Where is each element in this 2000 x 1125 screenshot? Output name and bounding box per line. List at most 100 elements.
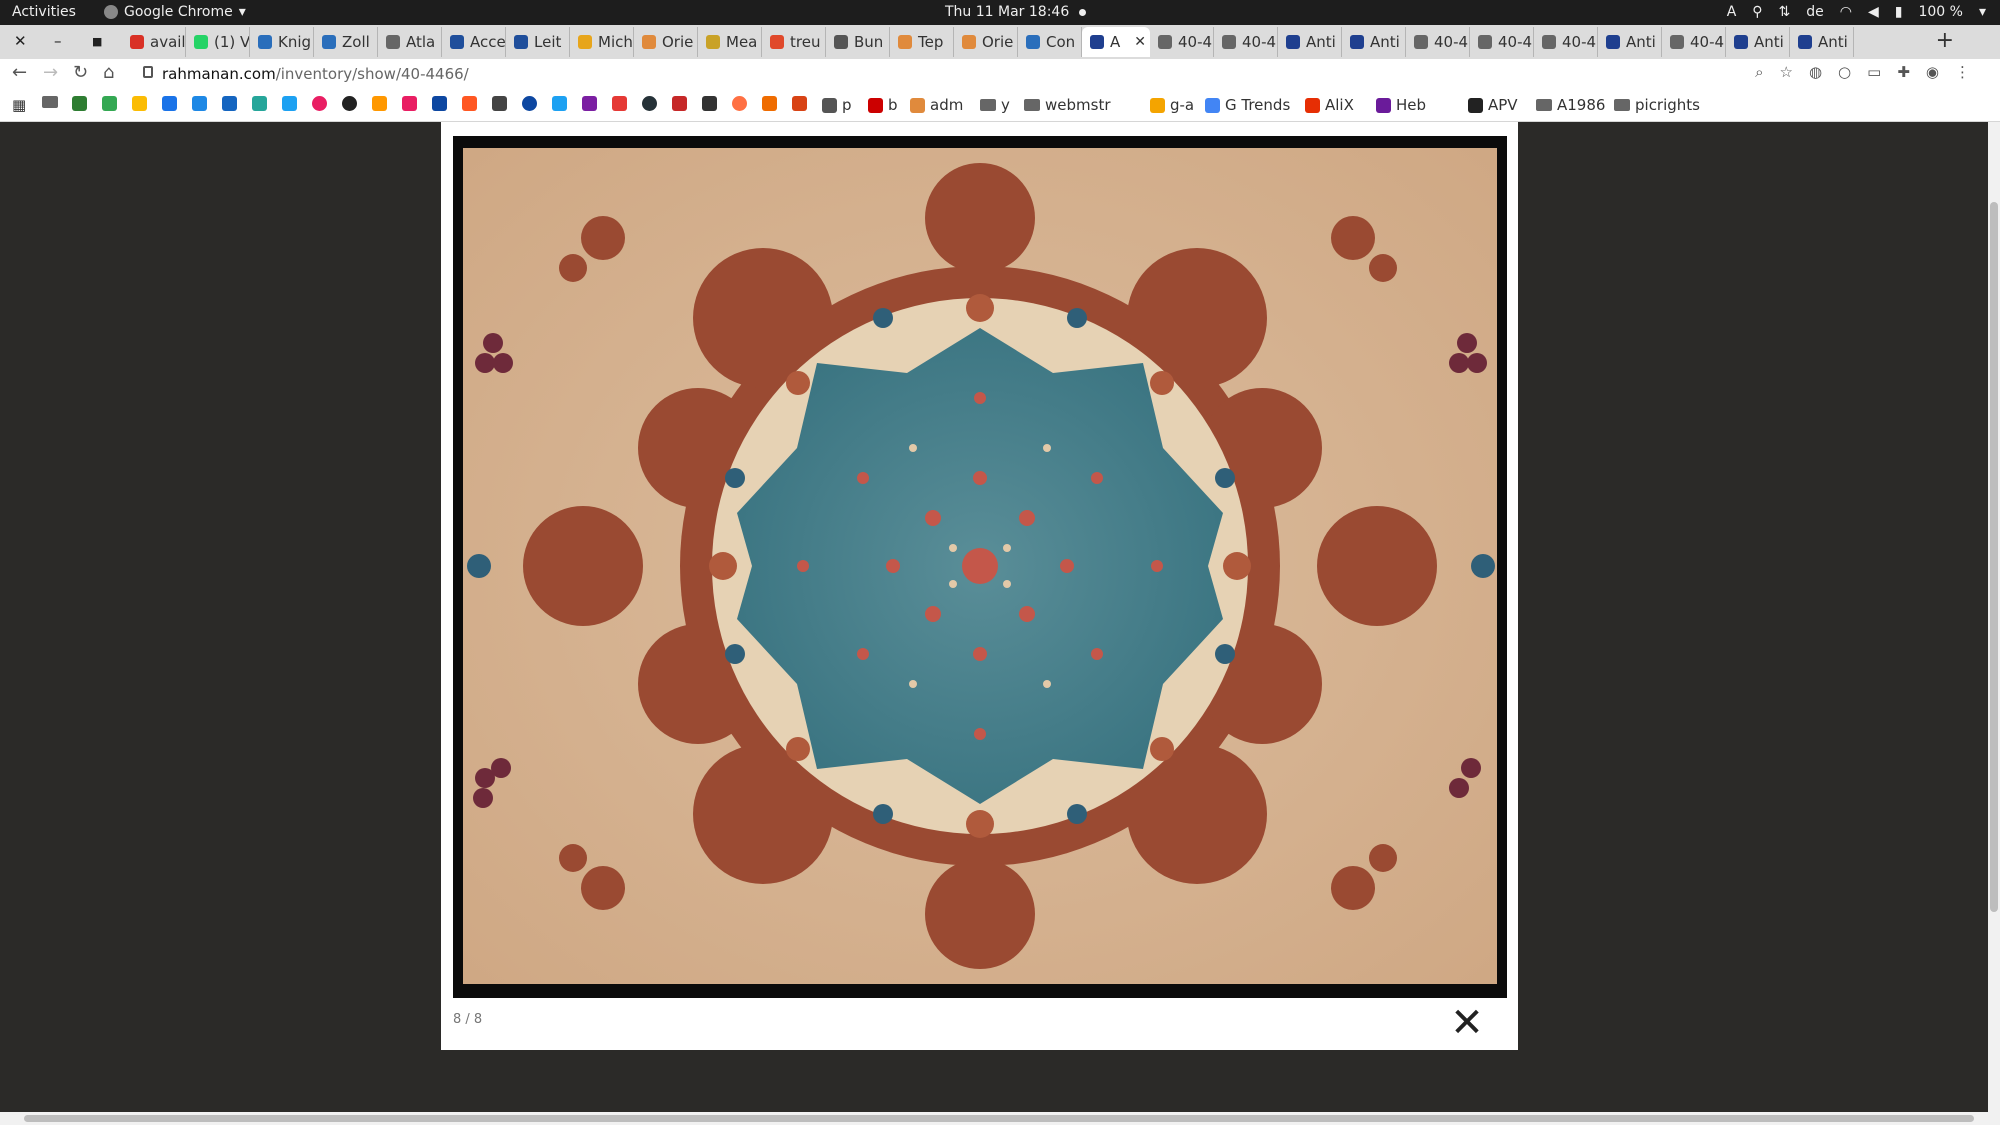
bookmark-icon[interactable] <box>492 96 507 111</box>
tab[interactable]: Acce <box>442 27 506 57</box>
forward-icon[interactable]: → <box>43 62 58 83</box>
tab[interactable]: Anti <box>1726 27 1790 57</box>
tab[interactable]: Zoll <box>314 27 378 57</box>
tab[interactable]: treu <box>762 27 826 57</box>
vertical-scrollbar-thumb[interactable] <box>1990 202 1998 912</box>
bookmark-item[interactable]: APV <box>1468 96 1518 114</box>
bookmark-icon[interactable] <box>732 96 747 111</box>
bookmark-icon[interactable] <box>342 96 357 111</box>
tab-active[interactable]: A ✕ <box>1082 27 1150 57</box>
tab[interactable]: Con <box>1018 27 1082 57</box>
bookmark-icon[interactable] <box>702 96 717 111</box>
bookmark-icon[interactable] <box>102 96 117 111</box>
menu-dots-icon[interactable]: ⋮ <box>1955 63 1970 81</box>
bookmark-item[interactable]: p <box>822 96 852 114</box>
bookmark-star-icon[interactable]: ☆ <box>1780 63 1793 81</box>
tab-close-icon[interactable]: ✕ <box>1134 34 1146 50</box>
bookmark-icon[interactable] <box>792 96 807 111</box>
tab[interactable]: Bun <box>826 27 890 57</box>
tab[interactable]: Atla <box>378 27 442 57</box>
tab[interactable]: Tep <box>890 27 954 57</box>
bookmark-icon[interactable] <box>762 96 777 111</box>
bookmark-icon[interactable] <box>252 96 267 111</box>
clock[interactable]: Thu 11 Mar 18:46 <box>945 4 1087 20</box>
tab[interactable]: 40-4 <box>1662 27 1726 57</box>
bookmark-icon[interactable] <box>72 96 87 111</box>
tab[interactable]: Mea <box>698 27 762 57</box>
tab[interactable]: (1) V <box>186 27 250 57</box>
address-bar[interactable]: rahmanan.com/inventory/show/40-4466/ <box>162 65 469 83</box>
bookmark-icon[interactable] <box>222 96 237 111</box>
bookmark-item[interactable]: b <box>868 96 898 114</box>
bookmark-item[interactable]: adm <box>910 96 963 114</box>
bookmark-item[interactable]: G Trends <box>1205 96 1290 114</box>
tab[interactable]: Anti <box>1790 27 1854 57</box>
bookmark-icon[interactable] <box>672 96 687 111</box>
keyboard-layout[interactable]: de <box>1806 4 1824 20</box>
tab[interactable]: Anti <box>1342 27 1406 57</box>
bookmark-icon[interactable] <box>552 96 567 111</box>
bookmark-icon[interactable] <box>132 96 147 111</box>
apps-grid-icon[interactable]: ▦ <box>12 96 26 114</box>
window-close-icon[interactable]: ✕ <box>14 32 27 50</box>
bookmark-folder-icon[interactable] <box>42 96 58 108</box>
cast-icon[interactable]: ▭ <box>1867 63 1881 81</box>
bookmark-item[interactable]: A1986 <box>1536 96 1605 114</box>
extension-globe-icon[interactable]: ◍ <box>1809 63 1822 81</box>
system-tray[interactable]: A ⚲ ⇅ de ◠ ◀ ▮ 100 % ▾ <box>1727 4 1986 20</box>
activities-button[interactable]: Activities <box>12 4 76 20</box>
bookmark-icon[interactable] <box>282 96 297 111</box>
tab[interactable]: 40-4 <box>1470 27 1534 57</box>
tab[interactable]: Knig <box>250 27 314 57</box>
bookmark-icon[interactable] <box>162 96 177 111</box>
app-menu[interactable]: Google Chrome ▾ <box>104 4 246 20</box>
bookmark-item[interactable]: AliX <box>1305 96 1354 114</box>
bookmark-icon[interactable] <box>522 96 537 111</box>
bookmark-item[interactable]: Heb <box>1376 96 1426 114</box>
tab[interactable]: Leit <box>506 27 570 57</box>
bookmark-icon[interactable] <box>402 96 417 111</box>
bookmark-icon[interactable] <box>372 96 387 111</box>
zoom-icon[interactable]: ⌕ <box>1755 63 1763 81</box>
bookmark-icon[interactable] <box>432 96 447 111</box>
bookmark-item[interactable]: picrights <box>1614 96 1700 114</box>
horizontal-scrollbar[interactable] <box>0 1112 2000 1125</box>
back-icon[interactable]: ← <box>12 62 27 83</box>
tab[interactable]: Orie <box>954 27 1018 57</box>
recording-dot-icon <box>1079 8 1087 16</box>
tab-favicon-icon <box>1606 35 1620 49</box>
extension-circle-icon[interactable]: ○ <box>1838 63 1851 81</box>
bookmark-item[interactable]: y <box>980 96 1010 114</box>
close-lightbox-button[interactable]: ✕ <box>1450 1003 1484 1043</box>
bookmark-favicon-icon <box>910 97 925 113</box>
horizontal-scrollbar-thumb[interactable] <box>24 1115 1974 1122</box>
bookmark-item[interactable]: g-a <box>1150 96 1194 114</box>
tab[interactable]: avail <box>122 27 186 57</box>
tab[interactable]: Anti <box>1598 27 1662 57</box>
tab[interactable]: Orie <box>634 27 698 57</box>
bookmark-icon[interactable] <box>612 96 627 111</box>
lock-icon[interactable] <box>143 66 153 78</box>
new-tab-button[interactable]: + <box>1936 28 1954 53</box>
reload-icon[interactable]: ↻ <box>73 62 88 83</box>
bookmark-icon[interactable] <box>582 96 597 111</box>
window-maximize-icon[interactable]: ■ <box>92 35 102 48</box>
window-minimize-icon[interactable]: – <box>54 32 62 50</box>
bookmark-icon[interactable] <box>642 96 657 111</box>
bookmark-favicon-icon <box>1305 97 1320 113</box>
profile-avatar-icon[interactable]: ◉ <box>1926 63 1939 81</box>
home-icon[interactable]: ⌂ <box>103 62 114 83</box>
tab[interactable]: 40-4 <box>1150 27 1214 57</box>
bookmark-icon[interactable] <box>462 96 477 111</box>
rug-photo[interactable] <box>463 148 1497 984</box>
extensions-puzzle-icon[interactable]: ✚ <box>1897 63 1910 81</box>
tab[interactable]: 40-4 <box>1214 27 1278 57</box>
bookmark-item[interactable]: webmstr <box>1024 96 1111 114</box>
tab[interactable]: 40-4 <box>1406 27 1470 57</box>
tab[interactable]: 40-4 <box>1534 27 1598 57</box>
bookmark-icon[interactable] <box>192 96 207 111</box>
bookmark-icon[interactable] <box>312 96 327 111</box>
vertical-scrollbar[interactable] <box>1988 122 2000 1112</box>
tab[interactable]: Mich <box>570 27 634 57</box>
tab[interactable]: Anti <box>1278 27 1342 57</box>
